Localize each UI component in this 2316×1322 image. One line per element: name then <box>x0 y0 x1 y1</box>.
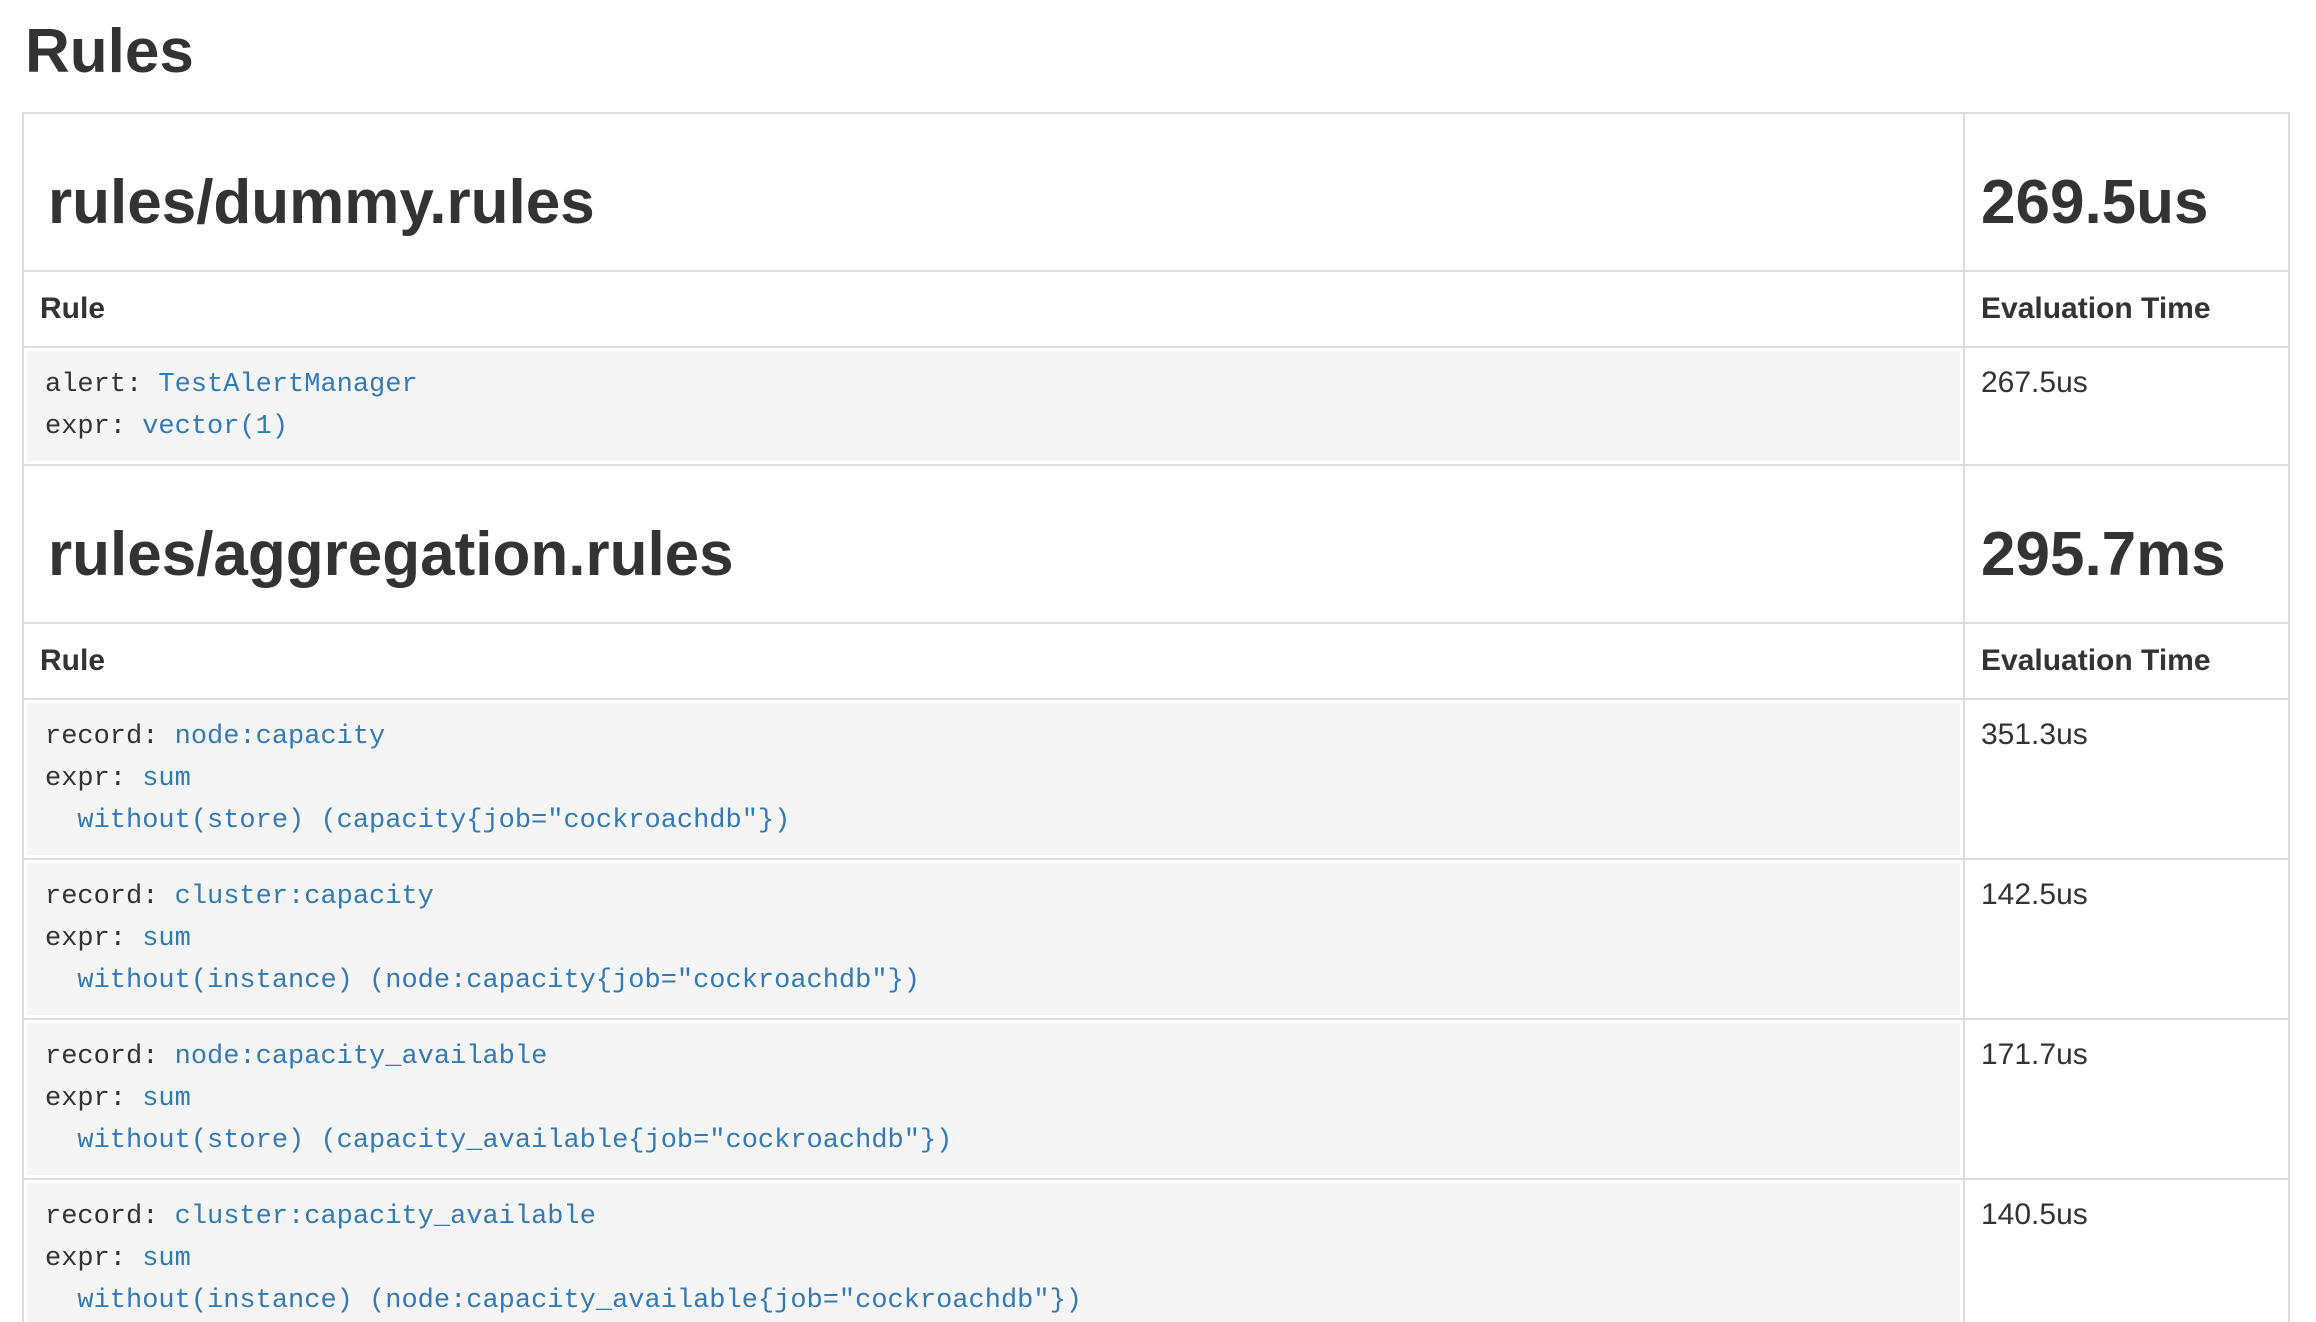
rule-code-block: record: node:capacity_available expr: su… <box>27 1023 1960 1175</box>
rule-row: alert: TestAlertManager expr: vector(1)2… <box>23 347 2289 465</box>
eval-time-column-header: Evaluation Time <box>1981 292 2211 325</box>
rule-key-text: expr: <box>45 1084 142 1114</box>
rule-group-header-row: rules/dummy.rules 269.5us <box>23 113 2289 271</box>
eval-time-column-header-cell: Evaluation Time <box>1964 271 2289 347</box>
rule-expression-link[interactable]: node:capacity_available <box>175 1042 548 1072</box>
rule-eval-time: 171.7us <box>1964 1019 2289 1179</box>
rule-cell: record: cluster:capacity_available expr:… <box>23 1179 1964 1322</box>
rule-code-block: record: cluster:capacity_available expr:… <box>27 1183 1960 1322</box>
rule-expression-link[interactable]: sum without(store) (capacity_available{j… <box>45 1084 952 1156</box>
rule-code-block: record: cluster:capacity expr: sum witho… <box>27 863 1960 1015</box>
rule-column-header: Rule <box>40 292 105 325</box>
column-header-row: Rule Evaluation Time <box>23 271 2289 347</box>
rule-key-text: record: <box>45 722 175 752</box>
rule-group-eval-time: 295.7ms <box>1981 520 2272 590</box>
rule-key-text: expr: <box>45 1244 142 1274</box>
rule-key-text: record: <box>45 1202 175 1232</box>
rule-key-text: record: <box>45 882 175 912</box>
rule-cell: record: node:capacity_available expr: su… <box>23 1019 1964 1179</box>
rule-group-name: rules/dummy.rules <box>48 168 1947 238</box>
rule-group-name: rules/aggregation.rules <box>48 520 1947 590</box>
rule-row: record: cluster:capacity_available expr:… <box>23 1179 2289 1322</box>
rule-key-text: alert: <box>45 370 158 400</box>
rule-eval-time: 267.5us <box>1964 347 2289 465</box>
rule-group-name-cell: rules/aggregation.rules <box>23 465 1964 623</box>
rule-group-eval-time-cell: 269.5us <box>1964 113 2289 271</box>
rule-cell: record: cluster:capacity expr: sum witho… <box>23 859 1964 1019</box>
rule-expression-link[interactable]: cluster:capacity <box>175 882 434 912</box>
rule-row: record: node:capacity expr: sum without(… <box>23 699 2289 859</box>
rules-table: rules/dummy.rules 269.5us Rule Evaluation T… <box>22 112 2290 1322</box>
rule-code-block: alert: TestAlertManager expr: vector(1) <box>27 351 1960 461</box>
rule-expression-link[interactable]: sum without(store) (capacity{job="cockro… <box>45 764 790 836</box>
rule-eval-time: 351.3us <box>1964 699 2289 859</box>
eval-time-column-header: Evaluation Time <box>1981 644 2211 677</box>
rule-expression-link[interactable]: TestAlertManager <box>158 370 417 400</box>
rule-expression-link[interactable]: sum without(instance) (node:capacity_ava… <box>45 1244 1082 1316</box>
rule-group-header-row: rules/aggregation.rules 295.7ms <box>23 465 2289 623</box>
rule-group-eval-time-cell: 295.7ms <box>1964 465 2289 623</box>
rule-eval-time: 142.5us <box>1964 859 2289 1019</box>
column-header-row: Rule Evaluation Time <box>23 623 2289 699</box>
eval-time-column-header-cell: Evaluation Time <box>1964 623 2289 699</box>
rule-code-block: record: node:capacity expr: sum without(… <box>27 703 1960 855</box>
rule-row: record: node:capacity_available expr: su… <box>23 1019 2289 1179</box>
rule-column-header: Rule <box>40 644 105 677</box>
rules-table-body: rules/dummy.rules 269.5us Rule Evaluation T… <box>23 113 2289 1322</box>
rule-key-text: expr: <box>45 412 142 442</box>
page-title: Rules <box>25 16 2316 88</box>
rule-eval-time: 140.5us <box>1964 1179 2289 1322</box>
rule-cell: record: node:capacity expr: sum without(… <box>23 699 1964 859</box>
rule-expression-link[interactable]: node:capacity <box>175 722 386 752</box>
rule-key-text: expr: <box>45 924 142 954</box>
rule-row: record: cluster:capacity expr: sum witho… <box>23 859 2289 1019</box>
rule-cell: alert: TestAlertManager expr: vector(1) <box>23 347 1964 465</box>
rule-group-name-cell: rules/dummy.rules <box>23 113 1964 271</box>
rule-key-text: record: <box>45 1042 175 1072</box>
rule-group-eval-time: 269.5us <box>1981 168 2272 238</box>
rule-column-header-cell: Rule <box>23 271 1964 347</box>
rule-key-text: expr: <box>45 764 142 794</box>
rule-expression-link[interactable]: cluster:capacity_available <box>175 1202 596 1232</box>
rule-expression-link[interactable]: sum without(instance) (node:capacity{job… <box>45 924 920 996</box>
rule-expression-link[interactable]: vector(1) <box>142 412 288 442</box>
rule-column-header-cell: Rule <box>23 623 1964 699</box>
